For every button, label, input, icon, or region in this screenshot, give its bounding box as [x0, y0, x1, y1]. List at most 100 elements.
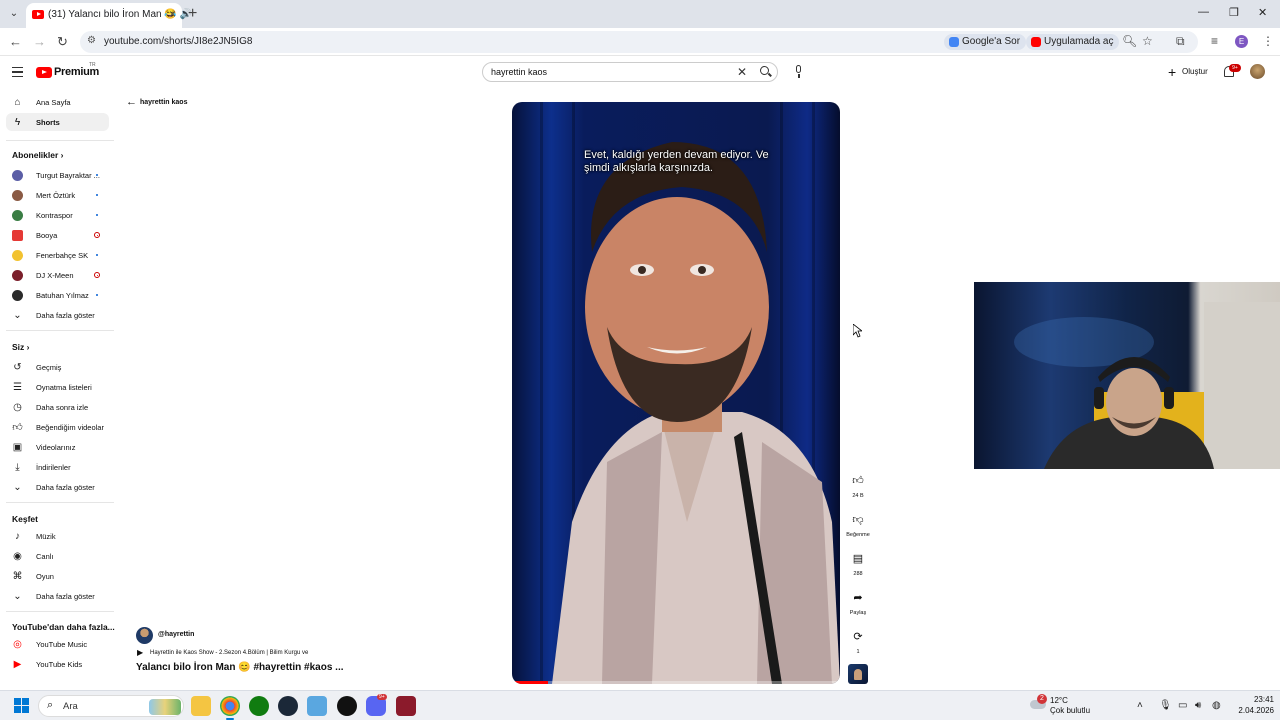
- reload-icon[interactable]: ↻: [57, 34, 68, 50]
- arrow-left-icon: ←: [126, 96, 137, 108]
- google-ask-chip[interactable]: Google'a Sor: [944, 34, 1027, 50]
- obs-icon[interactable]: [337, 696, 357, 716]
- file-explorer-icon[interactable]: [191, 696, 211, 716]
- system-clock[interactable]: 23:41 2.04.2026: [1226, 694, 1274, 716]
- downloads-icon: ⤓: [15, 462, 20, 473]
- browser-tab[interactable]: (31) Yalancı bilo İron Man 😂 🔊 ×: [26, 3, 192, 28]
- sidebar-item-music[interactable]: ♪ Müzik: [6, 527, 109, 545]
- sidebar-item-youtube-kids[interactable]: ▶ YouTube Kids: [6, 655, 109, 673]
- account-avatar[interactable]: [1250, 64, 1265, 79]
- voice-search-icon[interactable]: [794, 65, 804, 79]
- windows-start-icon[interactable]: [14, 698, 30, 714]
- subscription-item[interactable]: Turgut Bayraktar ...: [6, 166, 109, 184]
- divider: [6, 140, 114, 141]
- xbox-icon[interactable]: [249, 696, 269, 716]
- search-input[interactable]: hayrettin kaos: [491, 67, 547, 77]
- comments-button[interactable]: ▤ 288: [845, 550, 871, 577]
- discord-badge: 9+: [377, 694, 387, 700]
- chrome-icon[interactable]: [220, 696, 240, 716]
- battery-icon[interactable]: ◍: [1212, 700, 1221, 711]
- sidebar-item-gaming[interactable]: ⌘ Oyun: [6, 567, 109, 585]
- channel-avatar[interactable]: [136, 627, 153, 644]
- clock-time: 23:41: [1253, 695, 1274, 704]
- channel-avatar: [12, 210, 23, 221]
- share-button[interactable]: ➦ Paylaş: [845, 589, 871, 616]
- show-more-subscriptions[interactable]: ⌄ Daha fazla göster: [6, 306, 109, 324]
- you-heading[interactable]: Siz ›: [12, 342, 29, 352]
- channel-row[interactable]: @hayrettin: [136, 627, 336, 644]
- open-in-app-chip[interactable]: Uygulamada aç: [1026, 34, 1120, 50]
- site-info-icon[interactable]: ⚙: [87, 35, 96, 46]
- extensions-icon[interactable]: ⧉: [1176, 34, 1185, 49]
- channel-handle[interactable]: @hayrettin: [158, 631, 194, 638]
- sidebar-item-your-videos[interactable]: ▣ Videolarınız: [6, 438, 109, 456]
- sidebar-item-history[interactable]: ↺ Geçmiş: [6, 358, 109, 376]
- sidebar-item-playlists[interactable]: ☰ Oynatma listeleri: [6, 378, 109, 396]
- steam-icon[interactable]: [278, 696, 298, 716]
- show-more-explore[interactable]: ⌄ Daha fazla göster: [6, 587, 109, 605]
- restore-icon[interactable]: ❐: [1229, 6, 1239, 19]
- create-button[interactable]: + Oluştur: [1166, 63, 1212, 81]
- url-text[interactable]: youtube.com/shorts/JI8e2JN5IG8: [104, 36, 252, 47]
- subscription-item[interactable]: Batuhan Yılmaz: [6, 286, 109, 304]
- sidebar-item-home[interactable]: ⌂ Ana Sayfa: [6, 93, 109, 111]
- sidebar-item-shorts[interactable]: ϟ Shorts: [6, 113, 109, 131]
- microphone-icon[interactable]: 🎙︎: [1159, 700, 1172, 711]
- volume-icon[interactable]: 🔊︎: [1195, 700, 1201, 711]
- address-bar[interactable]: ⚙ youtube.com/shorts/JI8e2JN5IG8 Google'…: [80, 31, 1198, 53]
- live-icon: [94, 272, 100, 278]
- browser-toolbar: ← → ↻ ⚙ youtube.com/shorts/JI8e2JN5IG8 G…: [0, 28, 1280, 56]
- back-icon[interactable]: ←: [9, 34, 22, 49]
- subscription-item[interactable]: DJ X-Meen: [6, 266, 109, 284]
- show-more-you[interactable]: ⌄ Daha fazla göster: [6, 478, 109, 496]
- subscription-item[interactable]: Kontraspor: [6, 206, 109, 224]
- search-box[interactable]: hayrettin kaos ✕: [482, 62, 778, 82]
- sidebar-item-watch-later[interactable]: ◷ Daha sonra izle: [6, 398, 109, 416]
- youtube-kids-icon: ▶: [13, 659, 22, 670]
- browser-menu-icon[interactable]: ⋮: [1262, 34, 1274, 48]
- sidebar-item-liked[interactable]: 👍︎ Beğendiğim videolar: [6, 418, 109, 436]
- weather-widget[interactable]: 2 12°C Çok bulutlu: [1030, 694, 1130, 718]
- youtube-music-icon: ◎: [13, 639, 22, 650]
- video-title[interactable]: Yalancı bilo İron Man 😊 #hayrettin #kaos…: [136, 662, 344, 673]
- guide-menu-icon[interactable]: [12, 67, 23, 77]
- dzl-app-icon[interactable]: [396, 696, 416, 716]
- sidebar-item-youtube-music[interactable]: ◎ YouTube Music: [6, 635, 109, 653]
- remix-button[interactable]: ⟳ 1: [845, 628, 871, 655]
- clear-search-icon[interactable]: ✕: [737, 65, 747, 79]
- tab-close-icon[interactable]: ×: [169, 7, 176, 21]
- subscription-item[interactable]: Mert Öztürk: [6, 186, 109, 204]
- audio-source-thumbnail[interactable]: [848, 664, 868, 684]
- subscription-item[interactable]: Fenerbahçe SK: [6, 246, 109, 264]
- zoom-icon[interactable]: 🔍︎: [1122, 34, 1137, 48]
- bookmark-star-icon[interactable]: ☆: [1142, 34, 1153, 48]
- media-controls-icon[interactable]: ≡: [1211, 34, 1218, 48]
- tray-overflow-icon[interactable]: ˄: [1137, 700, 1143, 711]
- browser-profile-avatar[interactable]: E: [1235, 35, 1248, 48]
- window-close-icon[interactable]: ✕: [1258, 6, 1267, 19]
- taskbar-search[interactable]: ⌕ Ara: [38, 695, 184, 717]
- forward-icon[interactable]: →: [33, 34, 46, 49]
- tab-search-chevron-icon[interactable]: ⌄: [6, 6, 22, 22]
- your-videos-icon: ▣: [12, 442, 23, 453]
- video-progress-bar[interactable]: [512, 681, 840, 684]
- new-tab-icon[interactable]: +: [188, 5, 197, 23]
- sidebar-item-live[interactable]: ◉ Canlı: [6, 547, 109, 565]
- like-button[interactable]: 👍︎ 24 B: [845, 472, 871, 499]
- settings-app-icon[interactable]: [307, 696, 327, 716]
- sidebar-item-downloads[interactable]: ⤓ İndirilenler: [6, 458, 109, 476]
- network-icon[interactable]: ▭: [1178, 700, 1187, 711]
- divider: [6, 330, 114, 331]
- back-to-search-link[interactable]: ← hayrettin kaos: [126, 96, 216, 110]
- open-in-app-label: Uygulamada aç: [1044, 36, 1114, 47]
- search-icon[interactable]: [757, 65, 775, 79]
- playlists-icon: ☰: [13, 382, 22, 393]
- related-episode-link[interactable]: ▶ Hayrettin ile Kaos Show - 2.Sezon 4.Bö…: [137, 648, 367, 660]
- shorts-video-player[interactable]: Evet, kaldığı yerden devam ediyor. Ve şi…: [512, 102, 840, 684]
- minimize-icon[interactable]: —: [1198, 6, 1209, 18]
- subscription-item[interactable]: Booya: [6, 226, 109, 244]
- dislike-button[interactable]: 👎︎ Beğenme: [845, 511, 871, 538]
- youtube-app-icon: [1031, 37, 1041, 47]
- subscriptions-heading[interactable]: Abonelikler ›: [12, 150, 64, 160]
- youtube-logo-icon[interactable]: [36, 67, 52, 78]
